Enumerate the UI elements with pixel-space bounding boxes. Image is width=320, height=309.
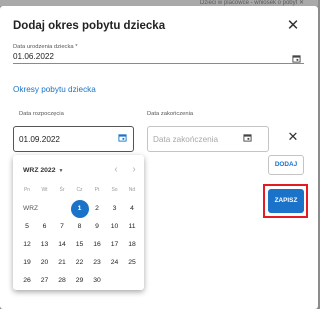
calendar-day[interactable]: 14 xyxy=(53,236,71,254)
weekday-header: So xyxy=(111,187,118,193)
calendar-day[interactable]: 16 xyxy=(88,236,106,254)
calendar-day[interactable]: 23 xyxy=(88,254,106,272)
calendar-day[interactable]: 11 xyxy=(123,218,141,236)
end-date-calendar-icon[interactable] xyxy=(243,133,252,142)
calendar-day[interactable]: 4 xyxy=(123,200,141,218)
calendar-day[interactable]: 5 xyxy=(18,218,36,236)
birth-date-field[interactable]: 01.06.2022 xyxy=(13,52,54,61)
save-button[interactable]: ZAPISZ xyxy=(268,189,304,213)
calendar-day[interactable]: 17 xyxy=(106,236,124,254)
chevron-left-icon[interactable]: ‹ xyxy=(110,163,122,177)
calendar-day[interactable]: 18 xyxy=(123,236,141,254)
month-year-selector[interactable]: WRZ 2022 ▼ xyxy=(23,167,63,174)
stay-periods-section-title: Okresy pobytu dziecka xyxy=(13,85,96,94)
dialog-title: Dodaj okres pobytu dziecka xyxy=(13,20,166,32)
weekday-header: Nd xyxy=(128,187,136,193)
calendar-day[interactable]: 7 xyxy=(53,218,71,236)
calendar-day[interactable]: 26 xyxy=(18,272,36,290)
start-date-label: Data rozpoczęcia xyxy=(19,111,64,117)
calendar-day[interactable]: 22 xyxy=(71,254,89,272)
calendar-day[interactable]: 25 xyxy=(123,254,141,272)
calendar-day[interactable]: 29 xyxy=(71,272,89,290)
add-stay-period-dialog: Dodaj okres pobytu dziecka ✕ Data urodze… xyxy=(0,6,318,309)
start-date-value: 01.09.2022 xyxy=(19,135,60,144)
month-year-label: WRZ 2022 xyxy=(23,167,56,174)
calendar-day[interactable]: 6 xyxy=(36,218,54,236)
end-date-placeholder: Data zakończenia xyxy=(153,135,219,144)
calendar-day[interactable]: 15 xyxy=(71,236,89,254)
weekday-header: Wt xyxy=(41,187,48,193)
calendar-day[interactable]: 13 xyxy=(36,236,54,254)
weekday-header: Pt xyxy=(94,187,100,193)
weekday-header: Pn xyxy=(23,187,31,193)
add-button[interactable]: DODAJ xyxy=(268,155,304,175)
calendar-day[interactable]: 30 xyxy=(88,272,106,290)
close-dialog-icon[interactable]: ✕ xyxy=(284,17,302,35)
weekday-header: Śr xyxy=(59,187,65,193)
calendar-day[interactable]: 9 xyxy=(88,218,106,236)
calendar-day[interactable]: 2 xyxy=(88,200,106,218)
calendar-day[interactable]: 27 xyxy=(36,272,54,290)
caret-down-icon: ▼ xyxy=(58,168,64,174)
end-date-label: Data zakończenia xyxy=(147,111,194,117)
calendar-day[interactable]: 28 xyxy=(53,272,71,290)
datepicker-popup: WRZ 2022 ▼ ‹ › Pn Wt Śr Cz Pt So Nd WRZ 1234567… xyxy=(13,155,144,290)
month-row-label: WRZ xyxy=(23,205,39,212)
birth-date-label: Data urodzenia dziecka * xyxy=(13,44,78,50)
calendar-day[interactable]: 21 xyxy=(53,254,71,272)
birth-date-underline xyxy=(13,63,304,64)
calendar-day[interactable]: 3 xyxy=(106,200,124,218)
chevron-right-icon[interactable]: › xyxy=(128,163,140,177)
calendar-day[interactable]: 10 xyxy=(106,218,124,236)
calendar-day[interactable]: 8 xyxy=(71,218,89,236)
remove-period-icon[interactable]: ✕ xyxy=(286,130,300,144)
calendar-day[interactable]: 20 xyxy=(36,254,54,272)
calendar-day[interactable]: 19 xyxy=(18,254,36,272)
selected-day[interactable]: 1 xyxy=(70,200,89,218)
calendar-day[interactable]: 24 xyxy=(106,254,124,272)
start-date-calendar-icon[interactable] xyxy=(118,133,127,142)
birth-date-calendar-icon[interactable] xyxy=(292,54,301,63)
calendar-day[interactable]: 12 xyxy=(18,236,36,254)
weekday-header: Cz xyxy=(76,187,83,193)
